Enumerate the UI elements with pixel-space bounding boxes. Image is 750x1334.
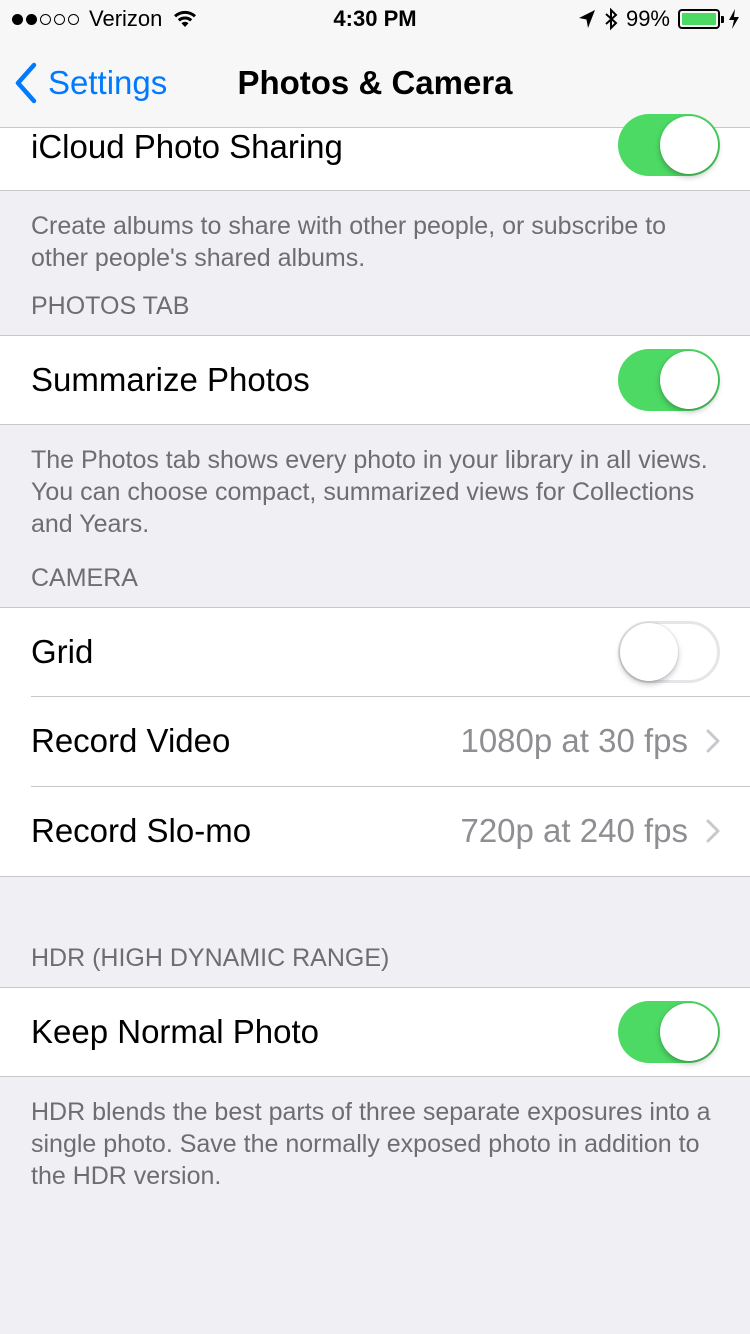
- keep-normal-photo-label: Keep Normal Photo: [31, 1013, 319, 1050]
- battery-icon: [678, 9, 724, 29]
- grid-label: Grid: [31, 633, 94, 670]
- chevron-right-icon: [706, 729, 720, 753]
- icloud-footer: Create albums to share with other people…: [31, 212, 667, 272]
- toggle-knob: [660, 116, 718, 174]
- photos-tab-group: Summarize Photos: [0, 335, 750, 425]
- summarize-photos-label: Summarize Photos: [31, 361, 310, 398]
- page-title: Photos & Camera: [237, 64, 513, 101]
- icloud-photo-sharing-row[interactable]: iCloud Photo Sharing: [0, 114, 750, 190]
- navigation-bar: Settings Photos & Camera: [0, 40, 750, 128]
- summarize-photos-toggle[interactable]: [618, 349, 720, 411]
- toggle-knob: [620, 623, 678, 681]
- battery-percent: 99%: [625, 6, 670, 31]
- keep-normal-photo-toggle[interactable]: [618, 1001, 720, 1063]
- bluetooth-icon: [605, 7, 618, 31]
- camera-header: CAMERA: [31, 564, 138, 592]
- hdr-group: Keep Normal Photo: [0, 987, 750, 1077]
- record-slomo-value: 720p at 240 fps: [460, 812, 688, 849]
- hdr-footer: HDR blends the best parts of three separ…: [31, 1098, 711, 1190]
- record-video-row[interactable]: Record Video 1080p at 30 fps: [0, 696, 750, 786]
- record-slomo-label: Record Slo-mo: [31, 812, 252, 849]
- photos-tab-header: PHOTOS TAB: [31, 292, 190, 320]
- summarize-photos-row[interactable]: Summarize Photos: [0, 336, 750, 424]
- camera-group: Grid Record Video 1080p at 30 fps Record…: [0, 607, 750, 877]
- status-right: 99%: [578, 6, 740, 32]
- grid-row[interactable]: Grid: [0, 608, 750, 696]
- record-slomo-row[interactable]: Record Slo-mo 720p at 240 fps: [0, 786, 750, 876]
- record-video-value: 1080p at 30 fps: [460, 722, 688, 759]
- record-video-label: Record Video: [31, 722, 231, 759]
- toggle-knob: [660, 1003, 718, 1061]
- chevron-right-icon: [706, 819, 720, 843]
- settings-list[interactable]: iCloud Photo Sharing Create albums to sh…: [0, 114, 750, 1192]
- charging-bolt-icon: [729, 9, 739, 29]
- icloud-group: iCloud Photo Sharing: [0, 114, 750, 191]
- battery-fill: [682, 13, 716, 25]
- photos-tab-footer: The Photos tab shows every photo in your…: [31, 446, 708, 538]
- status-bar: Verizon 4:30 PM 99%: [0, 0, 750, 40]
- keep-normal-photo-row[interactable]: Keep Normal Photo: [0, 988, 750, 1076]
- icloud-photo-sharing-label: iCloud Photo Sharing: [31, 128, 343, 165]
- icloud-photo-sharing-toggle[interactable]: [618, 114, 720, 176]
- location-arrow-icon: [578, 10, 595, 28]
- hdr-header: HDR (HIGH DYNAMIC RANGE): [31, 944, 390, 972]
- toggle-knob: [660, 351, 718, 409]
- grid-toggle[interactable]: [618, 621, 720, 683]
